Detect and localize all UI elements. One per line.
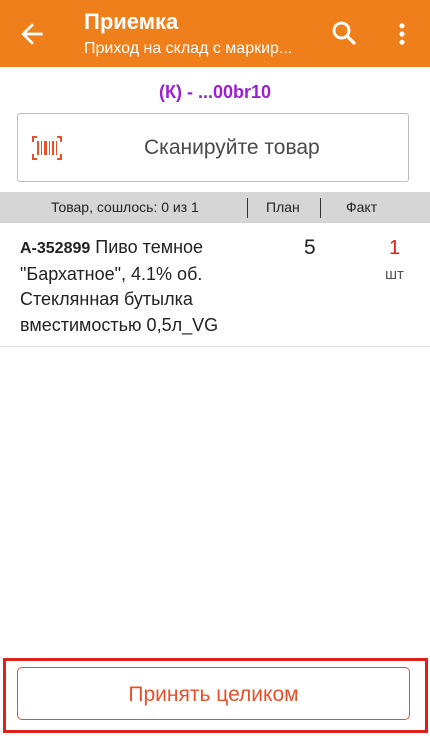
plan-quantity: 5 <box>304 236 316 259</box>
back-button[interactable] <box>16 18 48 50</box>
quantity-unit: шт <box>385 266 404 283</box>
column-divider <box>247 198 248 218</box>
page-subtitle: Приход на склад с маркир... <box>84 40 293 57</box>
scan-product-label: Сканируйте товар <box>144 136 320 159</box>
more-vertical-icon <box>399 23 405 45</box>
app-bar: Приемка Приход на склад с маркир... <box>0 0 430 67</box>
column-header-item: Товар, сошлось: 0 из 1 <box>51 199 199 215</box>
barcode-icon <box>32 136 62 160</box>
column-divider <box>320 198 321 218</box>
column-header-fact: Факт <box>346 199 378 215</box>
fact-quantity: 1 <box>389 237 401 259</box>
accept-all-button[interactable]: Принять целиком <box>17 667 410 720</box>
product-article: А-352899 <box>20 240 91 257</box>
table-header: Товар, сошлось: 0 из 1 План Факт <box>0 192 430 223</box>
scan-product-field[interactable]: Сканируйте товар <box>17 113 409 182</box>
arrow-left-icon <box>21 23 43 45</box>
column-header-plan: План <box>266 199 300 215</box>
document-code: (К) - ...00br10 <box>158 82 272 102</box>
table-row[interactable]: А-352899 Пиво темное "Бархатное", 4.1% о… <box>0 224 430 347</box>
page-title: Приемка <box>84 9 179 34</box>
search-icon <box>332 21 356 45</box>
more-options-button[interactable] <box>388 18 416 50</box>
search-button[interactable] <box>329 18 361 50</box>
product-description: А-352899 Пиво темное "Бархатное", 4.1% о… <box>20 235 260 338</box>
